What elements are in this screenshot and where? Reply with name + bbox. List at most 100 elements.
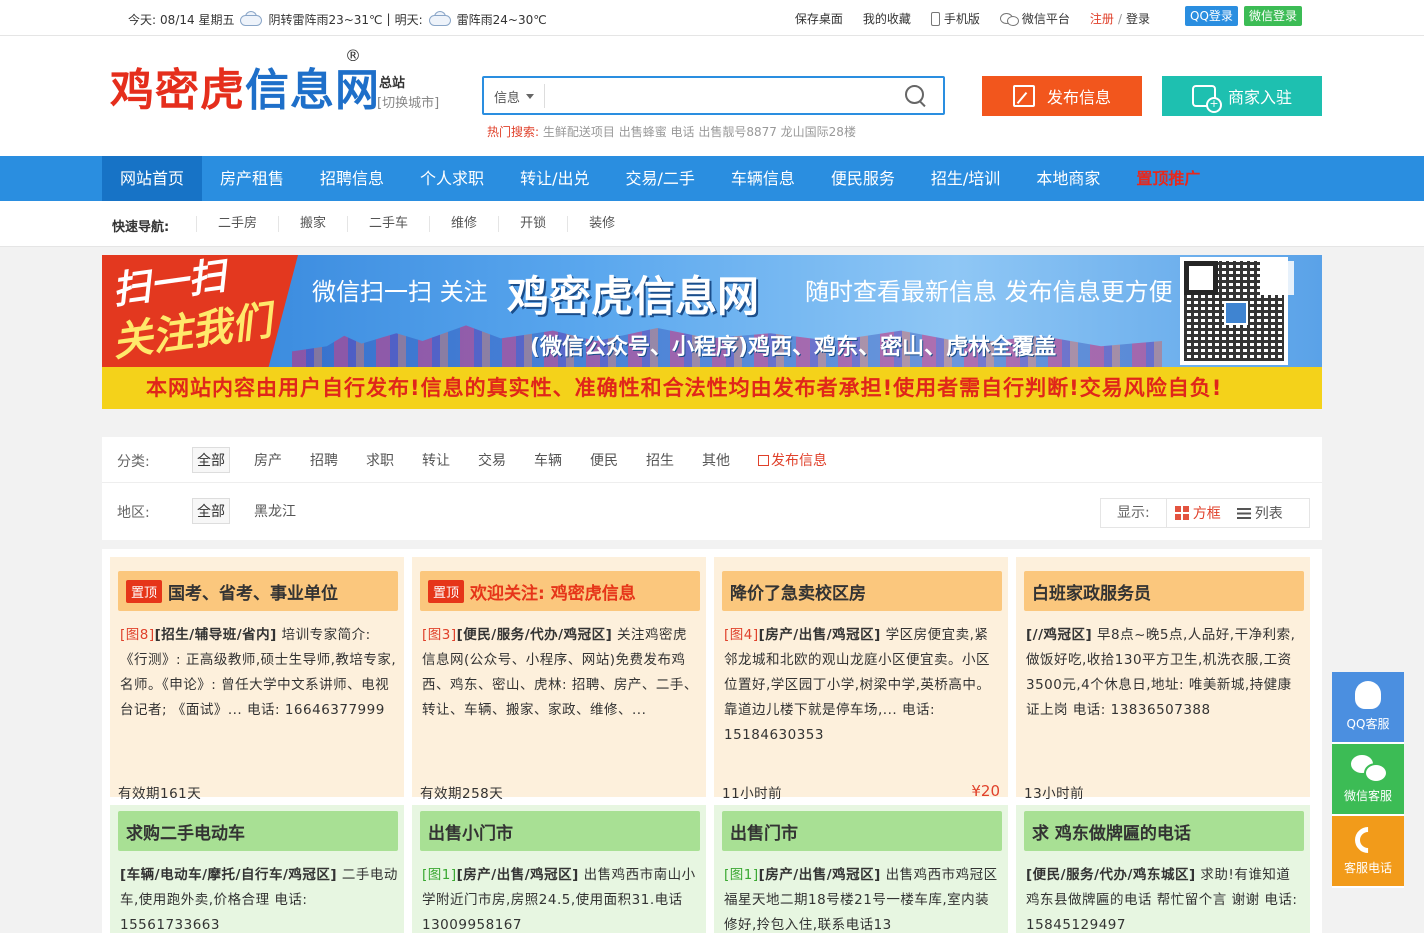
phone-service-button[interactable]: 客服电话 [1332,816,1404,888]
quick-link-used-house[interactable]: 二手房 [196,216,278,232]
hot-searches: 热门搜索: 生鲜配送项目 出售蜂蜜 电话 出售靓号8877 龙山国际28楼 [487,123,856,140]
site-logo[interactable]: 鸡密虎信息网 [110,66,380,116]
search-icon[interactable] [905,85,927,107]
qq-service-button[interactable]: QQ客服 [1332,672,1404,744]
registered-mark: ® [345,46,361,65]
category-other[interactable]: 其他 [698,448,734,472]
display-label: 显示: [1101,499,1167,527]
publish-button[interactable]: 发布信息 [982,76,1142,116]
category-vehicle[interactable]: 车辆 [530,448,566,472]
listing-description: [图1][房产/出售/鸡冠区] 出售鸡西市鸡冠区福星天地二期18号楼21号一楼车… [724,867,998,933]
nav-job-seeking[interactable]: 个人求职 [402,156,502,201]
quick-link-repair[interactable]: 维修 [429,216,498,232]
listing-title[interactable]: 求购二手电动车 [118,811,398,851]
logo-red-text: 鸡密虎 [110,65,245,116]
category-all[interactable]: 全部 [192,447,230,473]
weather-info: 今天: 08/14 星期五 阴转雷阵雨23~31℃ | 明天: 雷阵雨24~30… [128,10,547,28]
listing-card[interactable]: 出售门市 [图1][房产/出售/鸡冠区] 出售鸡西市鸡冠区福星天地二期18号楼2… [714,805,1008,933]
category-filter-row: 分类: 全部 房产 招聘 求职 转让 交易 车辆 便民 招生 其他 发布信息 [102,437,1322,483]
nav-real-estate[interactable]: 房产租售 [202,156,302,201]
category-service[interactable]: 便民 [586,448,622,472]
listing-card[interactable]: 求 鸡东做牌匾的电话 [便民/服务/代办/鸡东城区] 求助!有谁知道鸡东县做牌匾… [1016,805,1310,933]
listing-title[interactable]: 置顶 国考、省考、事业单位 [118,571,398,611]
thunderstorm-icon [427,10,453,28]
listing-card[interactable]: 求购二手电动车 [车辆/电动车/摩托/自行车/鸡冠区] 二手电动车,使用跑外卖,… [110,805,404,933]
category-transfer[interactable]: 转让 [418,448,454,472]
login-link[interactable]: 登录 [1126,10,1150,27]
listing-card[interactable]: 出售小门市 [图1][房产/出售/鸡冠区] 出售鸡西市南山小学附近门市房,房照2… [412,805,706,933]
wechat-login-button[interactable]: 微信登录 [1244,6,1303,26]
listing-card[interactable]: 白班家政服务员 [//鸡冠区] 早8点~晚5点,人品好,干净利索,做饭好吃,收拾… [1016,557,1310,802]
qr-code [1180,257,1288,365]
quick-nav-label: 快速导航: [112,220,170,235]
save-desktop-link[interactable]: 保存桌面 [785,10,853,27]
mobile-link[interactable]: 手机版 [921,10,990,27]
category-filter-label: 分类: [117,454,150,470]
switch-city-link[interactable]: [切换城市] [377,92,439,111]
nav-transfer[interactable]: 转让/出兑 [502,156,607,201]
merchant-join-button[interactable]: 商家入驻 [1162,76,1322,116]
listing-title[interactable]: 出售门市 [722,811,1002,851]
listing-description: [图3][便民/服务/代办/鸡冠区] 关注鸡密虎信息网(公众号、小程序、网站)免… [422,627,698,718]
display-mode-switch: 显示: 方框 列表 [1100,498,1310,528]
favorites-link[interactable]: 我的收藏 [853,10,921,27]
banner-line1: 微信扫一扫 关注 [312,278,488,306]
quick-link-used-car[interactable]: 二手车 [347,216,429,232]
listing-title[interactable]: 白班家政服务员 [1024,571,1304,611]
listing-validity: 有效期258天 [420,786,504,802]
listing-title[interactable]: 求 鸡东做牌匾的电话 [1024,811,1304,851]
promo-banner[interactable]: 扫一扫 关注我们 微信扫一扫 关注 鸡密虎信息网 随时查看最新信息 发布信息更方… [102,255,1322,409]
publish-info-link[interactable]: 发布信息 [754,448,831,472]
nav-vehicles[interactable]: 车辆信息 [713,156,813,201]
qq-icon [1355,681,1381,709]
category-real-estate[interactable]: 房产 [250,448,286,472]
listing-description: [车辆/电动车/摩托/自行车/鸡冠区] 二手电动车,使用跑外卖,价格合理 电话:… [120,867,398,933]
listing-card[interactable]: 置顶 欢迎关注: 鸡密虎信息 [图3][便民/服务/代办/鸡冠区] 关注鸡密虎信息… [412,557,706,802]
nav-promotion[interactable]: 置顶推广 [1118,156,1218,201]
region-heilongjiang[interactable]: 黑龙江 [250,499,300,523]
nav-trade[interactable]: 交易/二手 [607,156,712,201]
category-job[interactable]: 求职 [362,448,398,472]
listing-description: [图1][房产/出售/鸡冠区] 出售鸡西市南山小学附近门市房,房照24.5,使用… [422,867,696,933]
search-input[interactable] [552,84,892,108]
search-divider [544,84,545,108]
phone-icon [1349,821,1387,859]
auth-links: 注册 / 登录 [1080,10,1160,27]
list-view-toggle[interactable]: 列表 [1229,503,1291,523]
tomorrow-label: 明天: [394,12,423,27]
nav-services[interactable]: 便民服务 [813,156,913,201]
category-trade[interactable]: 交易 [474,448,510,472]
listing-time: 11小时前 [722,786,783,802]
today-weather: 阴转雷阵雨23~31℃ [268,12,383,27]
category-recruit[interactable]: 招聘 [306,448,342,472]
nav-recruitment[interactable]: 招聘信息 [302,156,402,201]
wechat-platform-link[interactable]: 微信平台 [990,10,1080,27]
region-all[interactable]: 全部 [192,498,230,524]
nav-home[interactable]: 网站首页 [102,156,203,201]
site-header: 鸡密虎信息网 ® 总站 [切换城市] 信息 热门搜索: 生鲜配送项目 出售蜂蜜 … [0,36,1424,156]
hot-terms[interactable]: 生鲜配送项目 出售蜂蜜 电话 出售靓号8877 龙山国际28楼 [543,125,856,139]
quick-nav: 快速导航: 二手房 搬家 二手车 维修 开锁 装修 [0,201,1424,247]
quick-link-locksmith[interactable]: 开锁 [498,216,567,232]
listing-card[interactable]: 降价了急卖校区房 [图4][房产/出售/鸡冠区] 学区房便宜卖,紧邻龙城和北欧的… [714,557,1008,802]
main-nav: 网站首页 房产租售 招聘信息 个人求职 转让/出兑 交易/二手 车辆信息 便民服… [0,156,1424,201]
weather-separator: | [386,12,391,26]
search-category-select[interactable]: 信息 [494,87,535,106]
quick-link-decoration[interactable]: 装修 [567,216,636,232]
pinned-badge: 置顶 [126,579,163,603]
wechat-service-button[interactable]: 微信客服 [1332,744,1404,816]
register-link[interactable]: 注册 [1090,10,1114,27]
search-box: 信息 [482,76,945,115]
grid-view-toggle[interactable]: 方框 [1167,503,1229,523]
listing-title[interactable]: 置顶 欢迎关注: 鸡密虎信息 [420,571,700,611]
qq-login-button[interactable]: QQ登录 [1185,6,1238,26]
listing-card[interactable]: 置顶 国考、省考、事业单位 [图8][招生/辅导班/省内] 培训专家简介: 《行测… [110,557,404,802]
listing-title[interactable]: 降价了急卖校区房 [722,571,1002,611]
listing-title[interactable]: 出售小门市 [420,811,700,851]
today-label: 今天: [128,12,157,27]
nav-training[interactable]: 招生/培训 [913,156,1018,201]
nav-local-business[interactable]: 本地商家 [1018,156,1118,201]
edit-icon [758,454,769,466]
category-training[interactable]: 招生 [642,448,678,472]
quick-link-moving[interactable]: 搬家 [278,216,347,232]
